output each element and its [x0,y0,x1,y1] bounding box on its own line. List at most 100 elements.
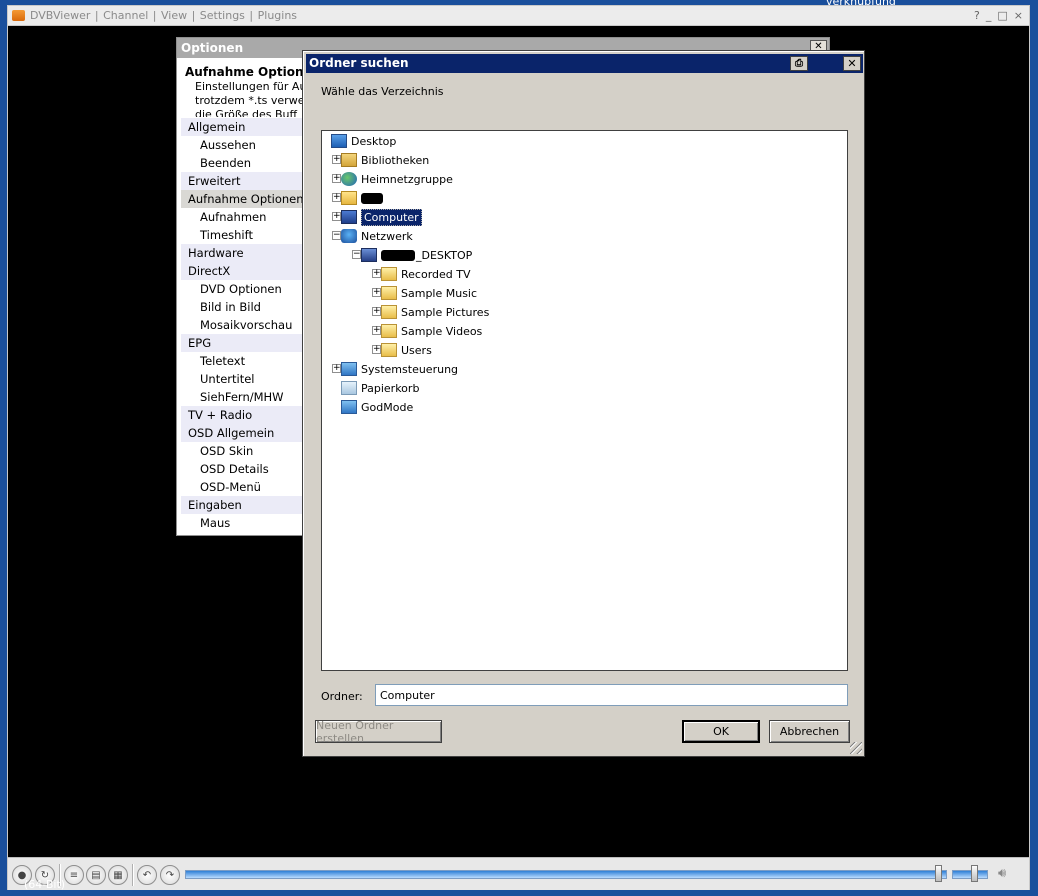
collapse-icon[interactable]: − [332,231,341,240]
list-icon[interactable]: ▤ [86,865,106,885]
menu-dvbviewer[interactable]: DVBViewer [29,9,91,22]
channel-list-icon[interactable]: ▦ [108,865,128,885]
tree-item[interactable]: Users [381,341,432,359]
options-nav-item[interactable]: TV + Radio [181,406,303,424]
tree-item[interactable]: GodMode [341,398,413,416]
minimize-button[interactable]: _ [986,9,992,22]
tree-item[interactable]: Papierkorb [341,379,419,397]
tree-item[interactable]: Bibliotheken [341,151,429,169]
dialog-titlebar: Ordner suchen ⎙ ✕ [306,54,863,73]
tree-item[interactable] [341,189,384,207]
volume-thumb[interactable] [971,865,978,882]
options-nav-item[interactable]: Timeshift [181,226,303,244]
options-nav-item[interactable]: OSD Allgemein [181,424,303,442]
expand-icon[interactable]: + [372,345,381,354]
options-nav-item[interactable]: Hardware [181,244,303,262]
folder-input[interactable] [375,684,848,706]
expand-icon[interactable]: + [372,307,381,316]
tree-item-label: GodMode [361,400,414,414]
tree-item[interactable]: Computer [341,208,422,226]
tree-item[interactable]: Desktop [331,132,396,150]
expand-icon[interactable]: + [372,326,381,335]
menu-channel[interactable]: Channel [102,9,149,22]
dialog-title: Ordner suchen [309,56,409,70]
folder-browser-dialog: Ordner suchen ⎙ ✕ Wähle das Verzeichnis … [302,50,865,757]
main-titlebar: DVBViewer | Channel | View | Settings | … [8,6,1029,26]
recycle-bin-icon [341,381,357,395]
tree-item-label: Sample Music [401,286,478,300]
godmode-icon [341,400,357,414]
seek-bar[interactable] [185,870,947,879]
options-nav-item[interactable]: EPG [181,334,303,352]
app-icon [12,10,25,21]
pc-icon [361,248,377,262]
folder-tree[interactable]: Desktop + Bibliotheken + Heimnetzgruppe + + Com… [321,130,848,671]
homegroup-icon [341,172,357,186]
volume-slider[interactable] [952,870,988,879]
expand-icon[interactable]: + [332,364,341,373]
tree-item-label: Bibliotheken [361,153,430,167]
options-nav-item[interactable]: Aufnahme Optionen [181,190,304,208]
tree-item[interactable]: _DESKTOP [361,246,472,264]
menu-settings[interactable]: Settings [199,9,246,22]
user-folder-icon [341,191,357,205]
options-nav-item[interactable]: Erweitert [181,172,303,190]
maximize-button[interactable]: □ [997,9,1007,22]
printer-icon[interactable]: ⎙ [790,56,808,71]
options-nav-item[interactable]: Beenden [181,154,303,172]
options-nav-item[interactable]: OSD Skin [181,442,303,460]
tree-item[interactable]: Recorded TV [381,265,471,283]
expand-icon[interactable]: + [372,269,381,278]
options-nav-item[interactable]: DVD Optionen [181,280,303,298]
options-nav-item[interactable]: Bild in Bild [181,298,303,316]
resize-grip[interactable] [850,742,862,754]
options-nav-item[interactable]: Allgemein [181,118,303,136]
close-button[interactable]: × [1014,9,1023,22]
shared-folder-icon [381,324,397,338]
desktop-icon [331,134,347,148]
new-folder-button[interactable]: Neuen Ordner erstellen [315,719,442,745]
toolbar-separator [132,864,134,886]
forward-icon[interactable]: ↷ [160,865,180,885]
menu-plugins[interactable]: Plugins [257,9,298,22]
menu-view[interactable]: View [160,9,188,22]
expand-icon[interactable]: + [332,174,341,183]
ok-button[interactable]: OK [682,720,760,743]
help-button[interactable]: ? [974,9,980,22]
rewind-icon[interactable]: ↶ [137,865,157,885]
options-nav-item[interactable]: Untertitel [181,370,303,388]
options-nav-item[interactable]: Teletext [181,352,303,370]
tree-item[interactable]: Heimnetzgruppe [341,170,453,188]
expand-icon[interactable]: + [332,155,341,164]
speaker-icon[interactable]: 🔊︎ [998,866,1016,884]
tree-item[interactable]: Systemsteuerung [341,360,458,378]
options-nav-item[interactable]: Eingaben [181,496,303,514]
tree-item-label: Heimnetzgruppe [361,172,453,186]
dialog-close-button[interactable]: ✕ [843,56,861,71]
options-nav-item[interactable]: Mosaikvorschau [181,316,303,334]
tree-item[interactable]: Sample Videos [381,322,482,340]
seek-thumb[interactable] [935,865,942,882]
expand-icon[interactable]: + [372,288,381,297]
playlist-icon[interactable]: ≡ [64,865,84,885]
expand-icon[interactable]: + [332,212,341,221]
tree-item-label: Sample Pictures [401,305,490,319]
main-menu: DVBViewer | Channel | View | Settings | … [29,9,298,22]
tree-item[interactable]: Netzwerk [341,227,413,245]
options-nav-item[interactable]: DirectX [181,262,303,280]
tree-item[interactable]: Sample Pictures [381,303,489,321]
tree-item-label: Computer [361,208,422,226]
tree-item-label: Desktop [351,134,397,148]
options-nav-item[interactable]: OSD Details [181,460,303,478]
options-nav-item[interactable]: Maus [181,514,303,532]
collapse-icon[interactable]: − [352,250,361,259]
options-nav-item[interactable]: SiehFern/MHW [181,388,303,406]
shared-folder-icon [381,305,397,319]
expand-icon[interactable]: + [332,193,341,202]
shared-folder-icon [381,286,397,300]
cancel-button[interactable]: Abbrechen [769,720,850,743]
tree-item[interactable]: Sample Music [381,284,477,302]
options-nav-item[interactable]: Aussehen [181,136,303,154]
options-nav-item[interactable]: Aufnahmen [181,208,303,226]
options-nav-item[interactable]: OSD-Menü [181,478,303,496]
